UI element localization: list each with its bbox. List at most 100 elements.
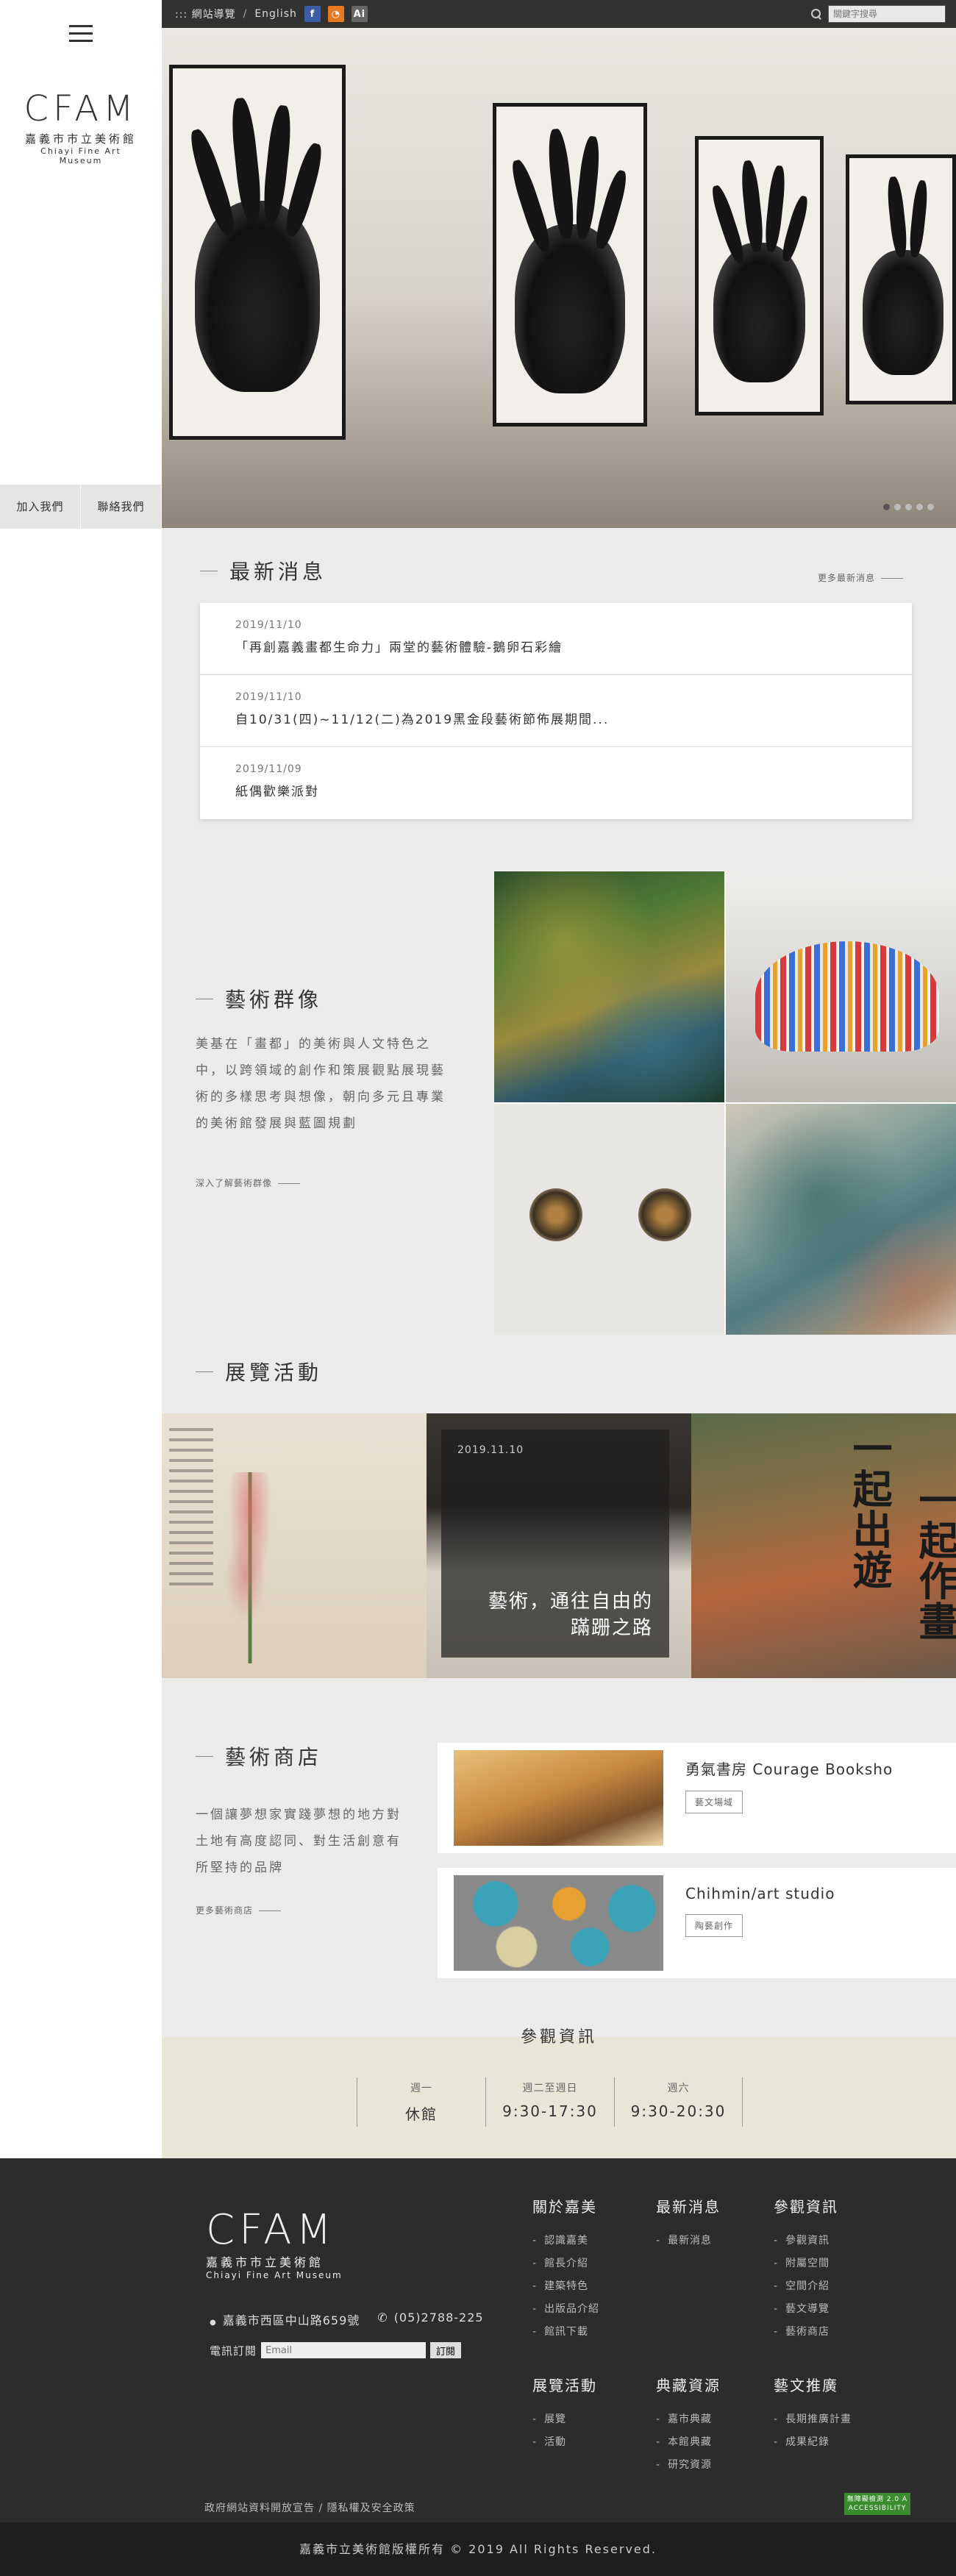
artists-gallery (494, 871, 956, 1335)
footer: CFAM 嘉義市市立美術館 Chiayi Fine Art Museum 嘉義市… (0, 2158, 956, 2522)
artwork-tile-ceramics[interactable] (726, 871, 956, 1102)
footer-link[interactable]: 認識嘉美 (532, 2230, 643, 2252)
footer-link[interactable]: 活動 (532, 2431, 643, 2454)
news-title: 紙偶歡樂派對 (235, 785, 319, 799)
sitemap-link[interactable]: ::: 網站導覽 (175, 7, 236, 21)
visit-day: 週二至週日 (522, 2083, 578, 2094)
news-item[interactable]: 2019/11/10 「再創嘉義畫都生命力」兩堂的藝術體驗-鵝卵石彩繪 (200, 603, 912, 675)
visit-hours-col: 週六 9:30-20:30 (614, 2077, 743, 2127)
news-date: 2019/11/10 (235, 691, 302, 703)
hand-artwork (195, 201, 320, 392)
english-link[interactable]: English (254, 8, 297, 20)
footer-link[interactable]: 藝術商店 (774, 2321, 884, 2344)
hero-slider[interactable] (162, 0, 956, 528)
slider-dot[interactable] (883, 504, 890, 510)
hero-frame (846, 154, 956, 404)
footer-link[interactable]: 建築特色 (532, 2275, 643, 2298)
shop-image (454, 1750, 663, 1846)
footer-link[interactable]: 空間介紹 (774, 2275, 884, 2298)
footer-link[interactable]: 館長介紹 (532, 2252, 643, 2275)
news-date: 2019/11/10 (235, 619, 302, 631)
newsletter-form: 電訊訂閱 訂閱 (210, 2342, 462, 2358)
search-icon[interactable] (810, 8, 822, 20)
slider-dot[interactable] (894, 504, 901, 510)
facebook-icon[interactable]: f (304, 6, 321, 22)
shop-more-link[interactable]: 更多藝術商店 (196, 1904, 281, 1916)
sidebar-links: 加入我們 聯絡我們 (0, 484, 162, 529)
footer-col-title: 最新消息 (656, 2198, 721, 2216)
logo-mark: CFAM (24, 88, 138, 129)
footer-link[interactable]: 附屬空間 (774, 2252, 884, 2275)
footer-link[interactable]: 展覽 (532, 2408, 643, 2431)
footer-col-promotion: 藝文推廣 長期推廣計畫 成果紀錄 (774, 2374, 884, 2454)
slider-dot[interactable] (905, 504, 912, 510)
footer-col-exhibitions: 展覽活動 展覽 活動 (532, 2374, 643, 2454)
footer-col-collections: 典藏資源 嘉市典藏 本館典藏 研究資源 (656, 2374, 766, 2477)
visit-hours: 休館 (405, 2105, 438, 2123)
phone: (05)2788-225 (377, 2311, 483, 2328)
subscribe-label: 電訊訂閱 (210, 2344, 257, 2358)
slider-dot[interactable] (927, 504, 934, 510)
footer-logo[interactable]: CFAM 嘉義市市立美術館 Chiayi Fine Art Museum (206, 2210, 368, 2281)
hand-artwork (713, 243, 805, 382)
email-field[interactable] (261, 2342, 427, 2358)
featured-overlay: 2019.11.10 藝術，通往自由的 蹣跚之路 (441, 1430, 669, 1658)
footer-link[interactable]: 出版品介紹 (532, 2298, 643, 2321)
shop-section-title: 藝術商店 (196, 1741, 322, 1771)
footer-logo-zh: 嘉義市市立美術館 (206, 2255, 324, 2269)
artwork-tile-medallions[interactable] (494, 1104, 724, 1335)
footer-link[interactable]: 館訊下載 (532, 2321, 643, 2344)
exhibitions-strip: 2019.11.10 藝術，通往自由的 蹣跚之路 一起出遊 一起作畫 (162, 1413, 956, 1678)
accessibility-icon[interactable]: Ai (351, 6, 368, 22)
search-input[interactable] (828, 5, 946, 23)
featured-title: 藝術，通往自由的 蹣跚之路 (488, 1588, 653, 1641)
shop-image (454, 1875, 663, 1971)
footer-col-title: 展覽活動 (532, 2377, 597, 2394)
subscribe-button[interactable]: 訂閱 (430, 2342, 462, 2358)
footer-col-about: 關於嘉美 認識嘉美 館長介紹 建築特色 出版品介紹 館訊下載 (532, 2195, 643, 2344)
rss-icon[interactable]: ◔ (327, 6, 344, 22)
news-item[interactable]: 2019/11/10 自10/31(四)~11/12(二)為2019黑金段藝術節… (200, 675, 912, 747)
hamburger-menu-icon[interactable] (69, 25, 93, 47)
footer-link[interactable]: 最新消息 (656, 2230, 766, 2252)
artwork-tile-landscape[interactable] (494, 871, 724, 1102)
shop-tag[interactable]: 陶藝創作 (685, 1913, 743, 1937)
exhibition-card[interactable] (162, 1413, 427, 1678)
policy-links[interactable]: 政府網站資料開放宣告 / 隱私權及安全政策 (204, 2500, 415, 2515)
footer-link[interactable]: 參觀資訊 (774, 2230, 884, 2252)
visit-hours-col: 週二至週日 9:30-17:30 (485, 2077, 614, 2127)
slider-dot[interactable] (916, 504, 923, 510)
site-logo[interactable]: CFAM 嘉義市市立美術館 Chiayi Fine Art Museum (22, 88, 140, 165)
more-news-link[interactable]: 更多最新消息 (818, 571, 903, 584)
shop-tag[interactable]: 藝文場域 (685, 1791, 743, 1813)
footer-link[interactable]: 藝文導覽 (774, 2298, 884, 2321)
logo-name-en: Chiayi Fine Art Museum (40, 146, 121, 165)
shop-card[interactable]: Chihmin/art studio 陶藝創作 (438, 1868, 956, 1978)
artists-more-link[interactable]: 深入了解藝術群像 (196, 1177, 300, 1189)
shop-name: Chihmin/art studio (685, 1884, 835, 1902)
hero-frame (169, 65, 346, 440)
slider-dots (883, 504, 934, 510)
news-date: 2019/11/09 (235, 763, 302, 775)
footer-col-visit: 參觀資訊 參觀資訊 附屬空間 空間介紹 藝文導覽 藝術商店 (774, 2195, 884, 2344)
footer-col-title: 典藏資源 (656, 2377, 721, 2394)
news-item[interactable]: 2019/11/09 紙偶歡樂派對 (200, 747, 912, 819)
accessibility-badge[interactable]: 無障礙檢測 2.0 A ACCESSIBILITY (844, 2493, 910, 2515)
footer-link[interactable]: 嘉市典藏 (656, 2408, 766, 2431)
footer-link[interactable]: 長期推廣計畫 (774, 2408, 884, 2431)
join-us-link[interactable]: 加入我們 (0, 485, 81, 529)
exhibition-card[interactable]: 一起出遊 一起作畫 (691, 1413, 956, 1678)
footer-link[interactable]: 研究資源 (656, 2454, 766, 2477)
contact-us-link[interactable]: 聯絡我們 (81, 485, 162, 529)
footer-link[interactable]: 本館典藏 (656, 2431, 766, 2454)
artists-section-title: 藝術群像 (196, 984, 322, 1013)
exhibition-card-featured[interactable]: 2019.11.10 藝術，通往自由的 蹣跚之路 (427, 1413, 691, 1678)
shop-card[interactable]: 勇氣書房 Courage Booksho 藝文場域 (438, 1743, 956, 1853)
artwork-tile-ink-painting[interactable] (726, 1104, 956, 1335)
hand-artwork (863, 250, 943, 375)
visit-hours-col: 週一 休館 (357, 2077, 485, 2127)
shop-name: 勇氣書房 Courage Booksho (685, 1760, 893, 1778)
hero-frame (695, 136, 824, 415)
footer-col-title: 關於嘉美 (532, 2198, 597, 2216)
footer-link[interactable]: 成果紀錄 (774, 2431, 884, 2454)
